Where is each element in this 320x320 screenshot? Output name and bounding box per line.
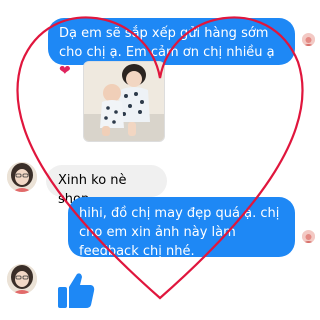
heart-emoji: ❤ — [59, 63, 71, 79]
thumbs-up-icon[interactable] — [56, 270, 96, 310]
photo-children-image — [84, 62, 164, 141]
contact-avatar[interactable] — [7, 162, 37, 192]
contact-avatar[interactable] — [7, 264, 37, 294]
message-text: Dạ em sẽ sắp xếp gửi hàng sớm cho chị ạ.… — [59, 26, 275, 60]
incoming-message-bubble[interactable]: Xinh ko nè shop — [46, 165, 167, 207]
outgoing-message-bubble[interactable]: hihi, đồ chị may đẹp quá ạ. chị cho em x… — [68, 197, 295, 259]
read-receipt-icon — [302, 33, 315, 46]
message-text: hihi, đồ chị may đẹp quá ạ. chị cho em x… — [79, 206, 280, 259]
read-receipt-icon — [302, 230, 315, 243]
outgoing-message-bubble[interactable]: Dạ em sẽ sắp xếp gửi hàng sớm cho chị ạ.… — [48, 18, 295, 79]
shared-photo[interactable] — [83, 61, 165, 142]
chat-thread: Dạ em sẽ sắp xếp gửi hàng sớm cho chị ạ.… — [0, 0, 320, 320]
